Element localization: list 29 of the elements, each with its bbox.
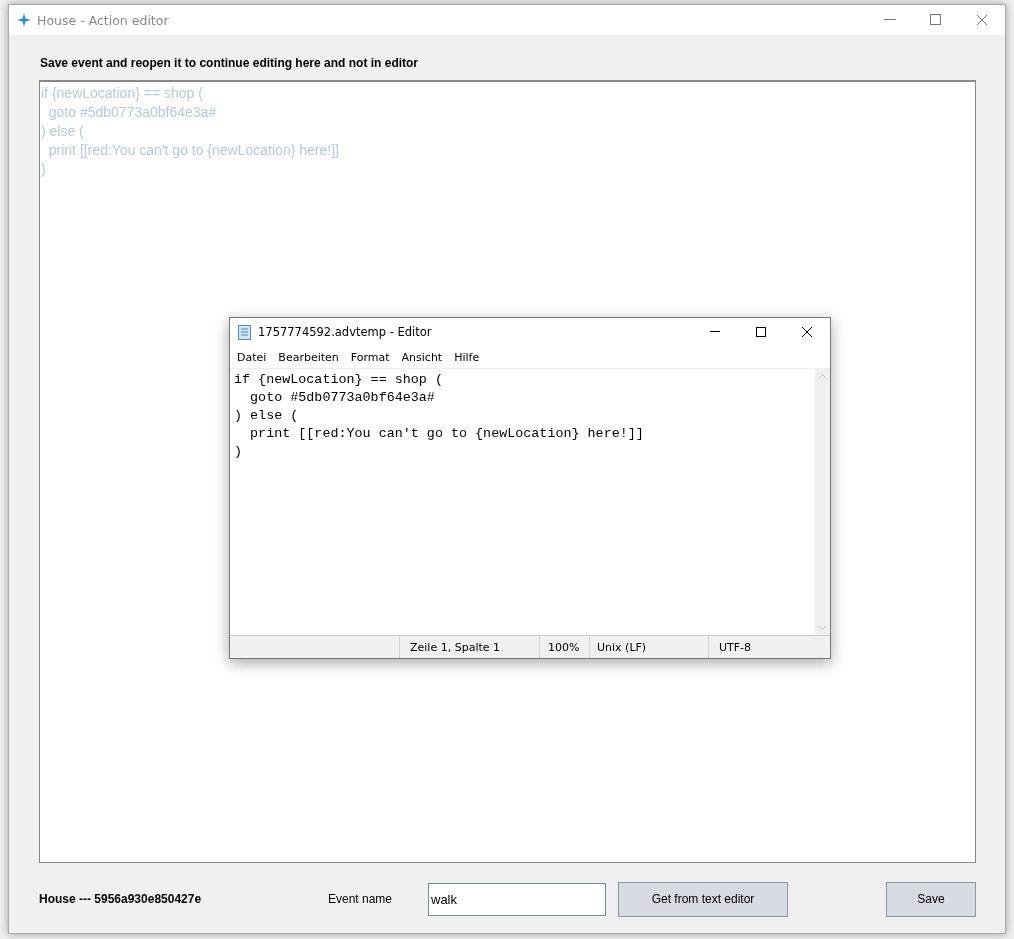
close-icon bbox=[801, 326, 813, 338]
menu-item[interactable]: Hilfe bbox=[449, 350, 487, 364]
status-field: UTF-8 bbox=[708, 636, 830, 658]
minimize-icon bbox=[710, 331, 720, 333]
status-field: Unix (LF) bbox=[589, 636, 708, 658]
window-title: House - Action editor bbox=[37, 12, 169, 28]
notepad-icon bbox=[238, 324, 252, 340]
menu-item[interactable]: Bearbeiten bbox=[273, 350, 346, 364]
editor-text-area[interactable]: if {newLocation} == shop ( goto #5db0773a0bf64e3a# ) else ( print [[red:You can't go to {newLocation} here!]] ) bbox=[230, 369, 815, 635]
maximize-icon bbox=[930, 14, 942, 26]
maximize-icon bbox=[755, 326, 767, 338]
notice-text: Save event and reopen it to continue editing here and not in editor bbox=[40, 56, 420, 70]
object-label: House --- 5956a930e850427e bbox=[39, 892, 203, 906]
status-field: Zeile 1, Spalte 1 bbox=[399, 636, 539, 658]
status-field: 100% bbox=[539, 636, 589, 658]
editor-title: 1757774592.advtemp - Editor bbox=[258, 325, 432, 339]
save-button[interactable]: Save bbox=[886, 881, 976, 917]
get-from-editor-button[interactable]: Get from text editor bbox=[618, 881, 788, 917]
menu-item[interactable]: Format bbox=[345, 350, 397, 364]
event-name-label: Event name bbox=[328, 892, 394, 906]
close-icon bbox=[976, 14, 988, 26]
scrollbar[interactable] bbox=[815, 369, 830, 635]
scroll-down-icon[interactable] bbox=[818, 625, 827, 631]
scroll-up-icon[interactable] bbox=[818, 373, 827, 379]
sparkle-icon bbox=[17, 13, 31, 27]
event-name-field[interactable]: walk bbox=[428, 882, 606, 916]
menu-item[interactable]: Datei bbox=[232, 350, 274, 364]
menu-item[interactable]: Ansicht bbox=[396, 350, 450, 364]
minimize-icon bbox=[884, 19, 896, 21]
